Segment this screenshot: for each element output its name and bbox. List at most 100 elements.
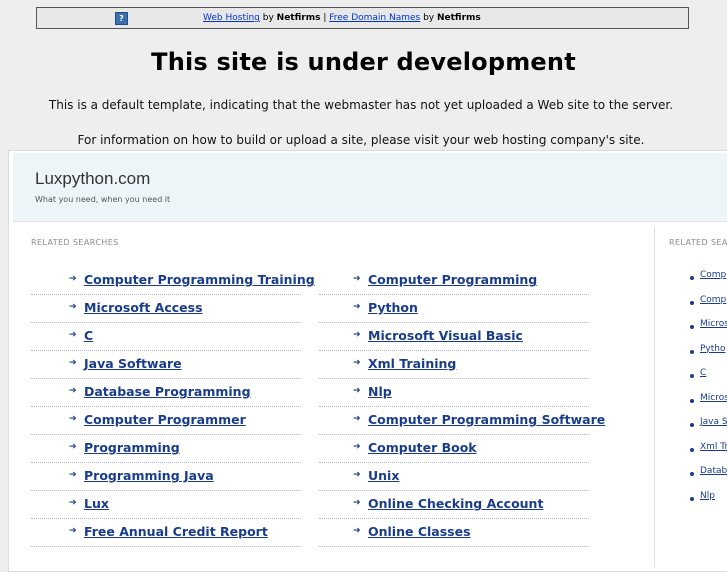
bullet-icon (690, 374, 694, 378)
arrow-icon: ➔ (353, 414, 361, 424)
list-item: ➔ Free Annual Credit Report (31, 519, 301, 547)
sidebar-link[interactable]: Xml Tr (700, 442, 727, 452)
hosting-links: Web Hosting by Netfirms | Free Domain Na… (203, 13, 481, 23)
sidebar-link[interactable]: Pytho (700, 344, 726, 354)
related-search-link[interactable]: Programming Java (84, 468, 214, 483)
site-header: Luxpython.com What you need, when you ne… (13, 153, 727, 222)
arrow-icon: ➔ (353, 498, 361, 508)
related-search-link[interactable]: C (84, 328, 93, 343)
netfirms-brand-1: Netfirms (276, 13, 321, 23)
related-search-link[interactable]: Microsoft Visual Basic (368, 328, 523, 343)
sidebar-label: RELATED SEA (669, 238, 727, 247)
list-item: ➔ Microsoft Visual Basic (319, 323, 589, 351)
arrow-icon: ➔ (353, 526, 361, 536)
sidebar-link[interactable]: Micros (700, 393, 727, 403)
related-searches-main: RELATED SEARCHES ➔ Computer Programming T… (13, 227, 655, 567)
bullet-icon (690, 325, 694, 329)
bullet-icon (690, 398, 694, 403)
sidebar-link[interactable]: Micros (700, 319, 727, 329)
bullet-icon (690, 349, 694, 354)
netfirms-brand-2: Netfirms (436, 13, 481, 23)
related-search-link[interactable]: Lux (84, 496, 109, 511)
sidebar-link[interactable]: Comp (700, 270, 726, 280)
list-item: ➔ Computer Programming Software (319, 407, 605, 435)
list-item: ➔ Computer Book (319, 435, 589, 463)
by-text-2: by (420, 13, 437, 23)
arrow-icon: ➔ (69, 498, 77, 508)
bullet-icon (690, 423, 694, 427)
sidebar-link[interactable]: Datab (700, 466, 727, 476)
separator: | (320, 13, 330, 23)
related-search-link[interactable]: Database Programming (84, 384, 251, 399)
related-searches-sidebar: RELATED SEA Comp Comp Micros Pytho C Micros Ja… (665, 227, 727, 567)
related-search-link[interactable]: Computer Programming Software (368, 412, 605, 427)
list-item: ➔ Unix (319, 463, 589, 491)
parked-domain-frame: Luxpython.com What you need, when you ne… (8, 150, 727, 572)
sidebar-link[interactable]: Comp (700, 295, 726, 305)
related-search-link[interactable]: Computer Programming Training (84, 272, 315, 287)
list-item: ➔ Database Programming (31, 379, 301, 407)
list-item: ➔ Java Software (31, 351, 301, 379)
related-search-link[interactable]: Free Annual Credit Report (84, 524, 268, 539)
web-hosting-link[interactable]: Web Hosting (203, 13, 260, 23)
related-search-link[interactable]: Java Software (84, 356, 182, 371)
by-text-1: by (259, 13, 277, 23)
list-item: ➔ Microsoft Access (31, 295, 301, 323)
related-search-link[interactable]: Programming (84, 440, 180, 455)
list-item: ➔ C (31, 323, 301, 351)
arrow-icon: ➔ (69, 302, 77, 312)
arrow-icon: ➔ (69, 274, 77, 284)
arrow-icon: ➔ (353, 302, 361, 312)
list-item: ➔ Lux (31, 491, 301, 519)
bullet-icon (690, 276, 694, 280)
question-icon[interactable]: ? (115, 12, 128, 25)
list-item: ➔ Online Checking Account (319, 491, 589, 519)
related-search-link[interactable]: Computer Programming (368, 272, 537, 287)
hosting-info-message: For information on how to build or uploa… (77, 133, 645, 147)
list-item: ➔ Nlp (319, 379, 589, 407)
related-search-link[interactable]: Unix (368, 468, 399, 483)
arrow-icon: ➔ (353, 386, 361, 396)
sidebar-link[interactable]: C (700, 368, 706, 378)
related-search-link[interactable]: Computer Programmer (84, 412, 246, 427)
related-search-link[interactable]: Xml Training (368, 356, 456, 371)
site-tagline: What you need, when you need it (35, 195, 171, 204)
list-item: ➔ Xml Training (319, 351, 589, 379)
arrow-icon: ➔ (353, 274, 361, 284)
list-item: ➔ Python (319, 295, 589, 323)
list-item: ➔ Computer Programming (319, 267, 589, 295)
right-link-column: ➔ Computer Programming ➔ Python ➔ Microsoft V… (319, 267, 605, 547)
related-search-link[interactable]: Computer Book (368, 440, 477, 455)
bullet-icon (690, 472, 694, 476)
free-domain-names-link[interactable]: Free Domain Names (329, 13, 420, 23)
sidebar-link[interactable]: Nlp (700, 491, 715, 501)
default-template-message: This is a default template, indicating t… (48, 98, 674, 112)
page-heading: This site is under development (151, 48, 576, 76)
hosting-top-bar: ? Web Hosting by Netfirms | Free Domain … (36, 7, 689, 29)
arrow-icon: ➔ (69, 330, 77, 340)
arrow-icon: ➔ (69, 358, 77, 368)
site-name[interactable]: Luxpython.com (35, 169, 150, 189)
related-search-link[interactable]: Nlp (368, 384, 392, 399)
bullet-icon (690, 300, 694, 305)
bullet-icon (690, 496, 694, 501)
arrow-icon: ➔ (353, 358, 361, 368)
sidebar-link[interactable]: Java S (700, 417, 727, 427)
arrow-icon: ➔ (69, 470, 77, 480)
arrow-icon: ➔ (353, 470, 361, 480)
list-item: ➔ Computer Programmer (31, 407, 301, 435)
arrow-icon: ➔ (353, 442, 361, 452)
list-item: ➔ Online Classes (319, 519, 589, 547)
arrow-icon: ➔ (69, 414, 77, 424)
related-search-link[interactable]: Python (368, 300, 418, 315)
bullet-icon (690, 447, 694, 452)
arrow-icon: ➔ (69, 386, 77, 396)
related-search-link[interactable]: Online Checking Account (368, 496, 543, 511)
left-link-column: ➔ Computer Programming Training ➔ Microsoft… (31, 267, 315, 547)
related-searches-label: RELATED SEARCHES (31, 238, 119, 247)
related-search-link[interactable]: Microsoft Access (84, 300, 203, 315)
related-search-link[interactable]: Online Classes (368, 524, 471, 539)
arrow-icon: ➔ (69, 526, 77, 536)
list-item: ➔ Computer Programming Training (31, 267, 315, 295)
arrow-icon: ➔ (69, 442, 77, 452)
